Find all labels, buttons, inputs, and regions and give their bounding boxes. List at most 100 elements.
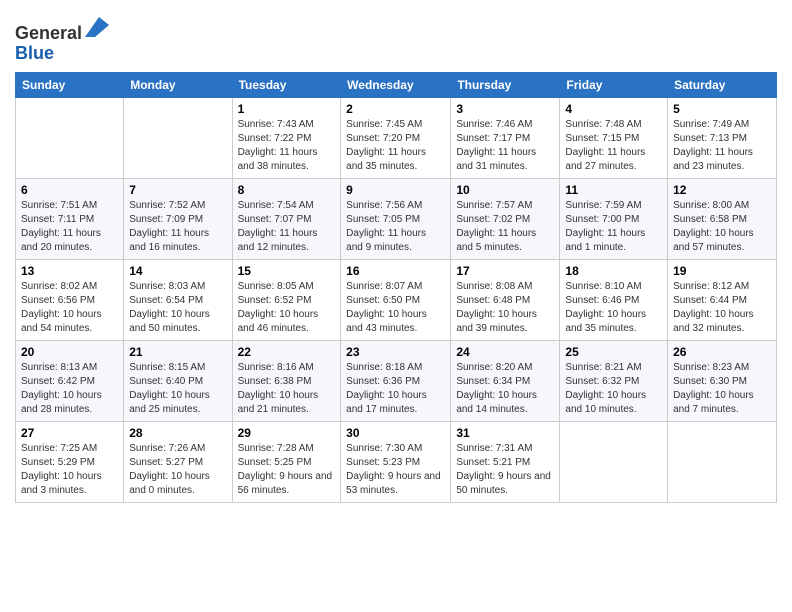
calendar-day-cell: 28 Sunrise: 7:26 AM Sunset: 5:27 PM Dayli…: [124, 421, 232, 502]
day-info: Sunrise: 8:05 AM Sunset: 6:52 PM Dayligh…: [238, 280, 336, 336]
calendar-day-cell: 27Sunrise: 7:25 AM Sunset: 5:29 PM Dayli…: [16, 421, 124, 502]
day-info: Sunrise: 8:13 AM Sunset: 6:42 PM Dayligh…: [21, 361, 118, 417]
day-info: Sunrise: 8:10 AM Sunset: 6:46 PM Dayligh…: [565, 280, 662, 336]
day-number: 23: [346, 345, 445, 359]
calendar-day-cell: 29 Sunrise: 7:28 AM Sunset: 5:25 PM Dayli…: [232, 421, 341, 502]
day-of-week-header: Friday: [560, 72, 668, 97]
day-number: 19: [673, 264, 771, 278]
day-info: Sunrise: 7:30 AM Sunset: 5:23 PM Dayligh…: [346, 442, 445, 498]
day-info: Sunrise: 8:18 AM Sunset: 6:36 PM Dayligh…: [346, 361, 445, 417]
day-number: 9: [346, 183, 445, 197]
day-number: 6: [21, 183, 118, 197]
day-info: Sunrise: 8:03 AM Sunset: 6:54 PM Dayligh…: [129, 280, 226, 336]
day-info: Sunrise: 7:51 AM Sunset: 7:11 PM Dayligh…: [21, 199, 118, 255]
day-number: 26: [673, 345, 771, 359]
page-header: General Blue: [15, 10, 777, 64]
day-number: 5: [673, 102, 771, 116]
calendar-week-row: 27Sunrise: 7:25 AM Sunset: 5:29 PM Dayli…: [16, 421, 777, 502]
calendar-day-cell: 15 Sunrise: 8:05 AM Sunset: 6:52 PM Dayli…: [232, 259, 341, 340]
day-info: Sunrise: 7:46 AM Sunset: 7:17 PM Dayligh…: [456, 118, 554, 174]
day-info: Sunrise: 7:57 AM Sunset: 7:02 PM Dayligh…: [456, 199, 554, 255]
day-number: 14: [129, 264, 226, 278]
calendar-day-cell: 17 Sunrise: 8:08 AM Sunset: 6:48 PM Dayli…: [451, 259, 560, 340]
day-number: 28: [129, 426, 226, 440]
calendar-day-cell: 25 Sunrise: 8:21 AM Sunset: 6:32 PM Dayli…: [560, 340, 668, 421]
day-number: 8: [238, 183, 336, 197]
day-info: Sunrise: 7:31 AM Sunset: 5:21 PM Dayligh…: [456, 442, 554, 498]
day-of-week-header: Saturday: [668, 72, 777, 97]
day-of-week-header: Monday: [124, 72, 232, 97]
day-info: Sunrise: 8:08 AM Sunset: 6:48 PM Dayligh…: [456, 280, 554, 336]
calendar-day-cell: 10 Sunrise: 7:57 AM Sunset: 7:02 PM Dayli…: [451, 178, 560, 259]
calendar-day-cell: [668, 421, 777, 502]
day-of-week-header: Thursday: [451, 72, 560, 97]
day-info: Sunrise: 7:28 AM Sunset: 5:25 PM Dayligh…: [238, 442, 336, 498]
day-number: 30: [346, 426, 445, 440]
day-number: 24: [456, 345, 554, 359]
calendar-day-cell: 20 Sunrise: 8:13 AM Sunset: 6:42 PM Dayli…: [16, 340, 124, 421]
calendar-day-cell: 24 Sunrise: 8:20 AM Sunset: 6:34 PM Dayli…: [451, 340, 560, 421]
day-info: Sunrise: 8:00 AM Sunset: 6:58 PM Dayligh…: [673, 199, 771, 255]
calendar-day-cell: 26Sunrise: 8:23 AM Sunset: 6:30 PM Dayli…: [668, 340, 777, 421]
day-info: Sunrise: 7:54 AM Sunset: 7:07 PM Dayligh…: [238, 199, 336, 255]
calendar-page: General Blue SundayMondayTuesdayWednesda…: [0, 0, 792, 612]
calendar-day-cell: 1 Sunrise: 7:43 AM Sunset: 7:22 PM Daylig…: [232, 97, 341, 178]
calendar-day-cell: 19Sunrise: 8:12 AM Sunset: 6:44 PM Dayli…: [668, 259, 777, 340]
day-number: 13: [21, 264, 118, 278]
calendar-day-cell: 23 Sunrise: 8:18 AM Sunset: 6:36 PM Dayli…: [341, 340, 451, 421]
calendar-day-cell: 8 Sunrise: 7:54 AM Sunset: 7:07 PM Daylig…: [232, 178, 341, 259]
calendar-day-cell: [124, 97, 232, 178]
day-number: 17: [456, 264, 554, 278]
calendar-day-cell: 3 Sunrise: 7:46 AM Sunset: 7:17 PM Daylig…: [451, 97, 560, 178]
logo-bird-icon: [85, 15, 109, 39]
calendar-day-cell: 11Sunrise: 7:59 AM Sunset: 7:00 PM Dayli…: [560, 178, 668, 259]
day-number: 29: [238, 426, 336, 440]
day-info: Sunrise: 7:56 AM Sunset: 7:05 PM Dayligh…: [346, 199, 445, 255]
day-number: 10: [456, 183, 554, 197]
day-number: 18: [565, 264, 662, 278]
day-info: Sunrise: 8:02 AM Sunset: 6:56 PM Dayligh…: [21, 280, 118, 336]
day-info: Sunrise: 7:45 AM Sunset: 7:20 PM Dayligh…: [346, 118, 445, 174]
day-number: 25: [565, 345, 662, 359]
calendar-table: SundayMondayTuesdayWednesdayThursdayFrid…: [15, 72, 777, 503]
day-info: Sunrise: 7:43 AM Sunset: 7:22 PM Dayligh…: [238, 118, 336, 174]
day-info: Sunrise: 8:07 AM Sunset: 6:50 PM Dayligh…: [346, 280, 445, 336]
day-number: 27: [21, 426, 118, 440]
day-of-week-header: Wednesday: [341, 72, 451, 97]
calendar-day-cell: 2Sunrise: 7:45 AM Sunset: 7:20 PM Daylig…: [341, 97, 451, 178]
day-number: 12: [673, 183, 771, 197]
day-number: 4: [565, 102, 662, 116]
logo-blue: Blue: [15, 43, 54, 63]
calendar-day-cell: 16 Sunrise: 8:07 AM Sunset: 6:50 PM Dayli…: [341, 259, 451, 340]
calendar-day-cell: 30 Sunrise: 7:30 AM Sunset: 5:23 PM Dayli…: [341, 421, 451, 502]
day-number: 20: [21, 345, 118, 359]
day-info: Sunrise: 7:26 AM Sunset: 5:27 PM Dayligh…: [129, 442, 226, 498]
day-info: Sunrise: 8:15 AM Sunset: 6:40 PM Dayligh…: [129, 361, 226, 417]
day-info: Sunrise: 7:48 AM Sunset: 7:15 PM Dayligh…: [565, 118, 662, 174]
day-info: Sunrise: 8:20 AM Sunset: 6:34 PM Dayligh…: [456, 361, 554, 417]
calendar-week-row: 13 Sunrise: 8:02 AM Sunset: 6:56 PM Dayli…: [16, 259, 777, 340]
day-number: 16: [346, 264, 445, 278]
calendar-day-cell: 22 Sunrise: 8:16 AM Sunset: 6:38 PM Dayli…: [232, 340, 341, 421]
calendar-day-cell: 31Sunrise: 7:31 AM Sunset: 5:21 PM Dayli…: [451, 421, 560, 502]
day-number: 15: [238, 264, 336, 278]
day-info: Sunrise: 7:52 AM Sunset: 7:09 PM Dayligh…: [129, 199, 226, 255]
calendar-day-cell: 21Sunrise: 8:15 AM Sunset: 6:40 PM Dayli…: [124, 340, 232, 421]
day-number: 1: [238, 102, 336, 116]
day-info: Sunrise: 8:16 AM Sunset: 6:38 PM Dayligh…: [238, 361, 336, 417]
calendar-week-row: 1 Sunrise: 7:43 AM Sunset: 7:22 PM Daylig…: [16, 97, 777, 178]
logo: General Blue: [15, 15, 109, 64]
logo-general: General: [15, 23, 82, 43]
day-info: Sunrise: 7:49 AM Sunset: 7:13 PM Dayligh…: [673, 118, 771, 174]
calendar-day-cell: 12 Sunrise: 8:00 AM Sunset: 6:58 PM Dayli…: [668, 178, 777, 259]
day-number: 3: [456, 102, 554, 116]
calendar-day-cell: 18 Sunrise: 8:10 AM Sunset: 6:46 PM Dayli…: [560, 259, 668, 340]
calendar-week-row: 20 Sunrise: 8:13 AM Sunset: 6:42 PM Dayli…: [16, 340, 777, 421]
day-of-week-header: Tuesday: [232, 72, 341, 97]
day-number: 7: [129, 183, 226, 197]
calendar-day-cell: [16, 97, 124, 178]
calendar-day-cell: 6 Sunrise: 7:51 AM Sunset: 7:11 PM Daylig…: [16, 178, 124, 259]
calendar-day-cell: [560, 421, 668, 502]
day-number: 22: [238, 345, 336, 359]
day-info: Sunrise: 8:21 AM Sunset: 6:32 PM Dayligh…: [565, 361, 662, 417]
